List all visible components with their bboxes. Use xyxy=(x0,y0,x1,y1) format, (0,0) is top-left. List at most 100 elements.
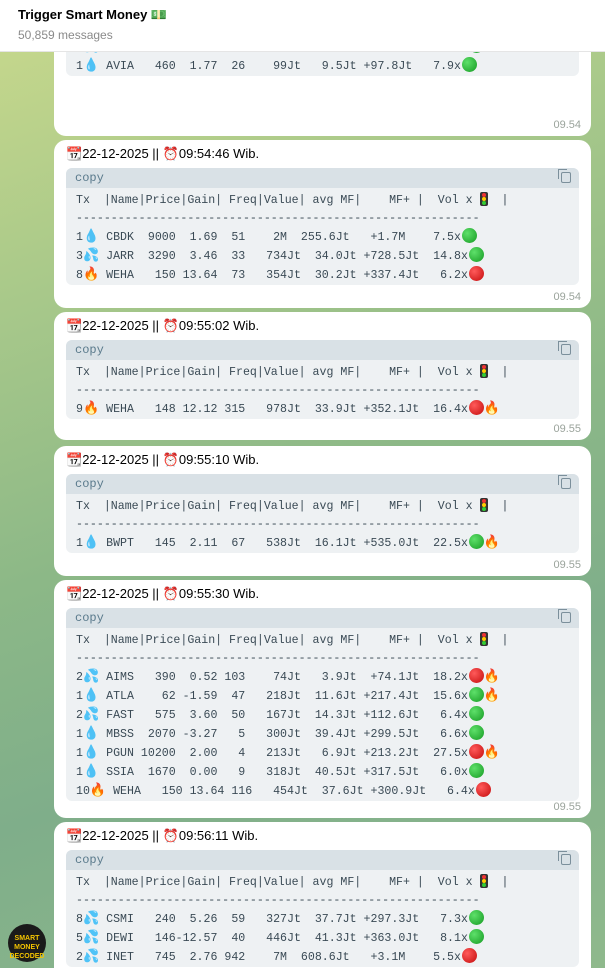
sweat-drops-icon: 💦 xyxy=(82,707,100,722)
fire-icon: 🔥 xyxy=(483,401,501,416)
copy-label[interactable]: copy xyxy=(75,477,104,491)
red-circle-icon xyxy=(468,668,484,683)
copy-icon[interactable] xyxy=(558,341,571,355)
copy-icon[interactable] xyxy=(558,609,571,623)
green-circle-icon xyxy=(468,763,484,778)
green-circle-icon xyxy=(468,687,484,702)
chat-title: Trigger Smart Money 💵 xyxy=(18,7,168,22)
sweat-drops-icon: 💦 xyxy=(82,930,100,945)
separator: || xyxy=(148,146,163,161)
copy-label[interactable]: copy xyxy=(75,171,104,185)
message-bubble[interactable]: 📆22-12-2025 || ⏰09:55:02 Wib. copy Tx |Nam… xyxy=(54,312,591,440)
code-content: Tx |Name|Price|Gain| Freq|Value| avg MF|… xyxy=(76,192,509,282)
table-row: 3💦 JARR 3290 3.46 33 734Jt 34.0Jt +728.5… xyxy=(76,247,484,263)
table-row: 8💦 CSMI 240 5.26 59 327Jt 37.7Jt +297.3J… xyxy=(76,910,484,926)
code-block[interactable]: copy Tx |Name|Price|Gain| Freq|Value| avg… xyxy=(66,340,579,419)
separator: || xyxy=(148,318,163,333)
chat-header[interactable]: Trigger Smart Money 💵 50,859 messages xyxy=(0,0,605,52)
message-time: 09.54 xyxy=(553,291,581,303)
code-block[interactable]: copy Tx |Name|Price|Gain| Freq|Value| avg… xyxy=(66,608,579,801)
green-circle-icon xyxy=(468,929,484,944)
table-row: 1💧 SSIA 1670 0.00 9 318Jt 40.5Jt +317.5J… xyxy=(76,763,484,779)
message-feed[interactable]: ----------------------------------------… xyxy=(0,0,605,968)
message-header: 📆22-12-2025 || ⏰09:54:46 Wib. xyxy=(66,146,259,162)
message-header: 📆22-12-2025 || ⏰09:55:30 Wib. xyxy=(66,586,259,602)
code-header: copy xyxy=(66,850,579,870)
copy-icon[interactable] xyxy=(558,475,571,489)
fire-icon: 🔥 xyxy=(483,688,501,703)
fire-icon: 🔥 xyxy=(89,783,107,798)
droplet-icon: 💧 xyxy=(82,764,100,779)
copy-label[interactable]: copy xyxy=(75,853,104,867)
separator: || xyxy=(148,452,163,467)
fire-icon: 🔥 xyxy=(483,669,501,684)
traffic-light-icon xyxy=(479,498,488,512)
copy-icon[interactable] xyxy=(558,851,571,865)
message-date: 22-12-2025 xyxy=(82,146,149,161)
table-row: 1💧 PGUN 10200 2.00 4 213Jt 6.9Jt +213.2J… xyxy=(76,744,501,760)
droplet-icon: 💧 xyxy=(82,535,100,550)
calendar-icon: 📆 xyxy=(66,586,83,601)
droplet-icon: 💧 xyxy=(82,745,100,760)
code-block[interactable]: copy Tx |Name|Price|Gain| Freq|Value| avg… xyxy=(66,474,579,553)
droplet-icon: 💧 xyxy=(82,58,100,73)
green-circle-icon xyxy=(468,725,484,740)
green-circle-icon xyxy=(461,228,477,243)
red-circle-icon xyxy=(468,744,484,759)
red-circle-icon xyxy=(468,266,484,281)
copy-icon[interactable] xyxy=(558,169,571,183)
separator: || xyxy=(148,586,163,601)
message-date: 22-12-2025 xyxy=(82,318,149,333)
green-circle-icon xyxy=(468,247,484,262)
calendar-icon: 📆 xyxy=(66,146,83,161)
red-circle-icon xyxy=(461,948,477,963)
code-block[interactable]: copy Tx |Name|Price|Gain| Freq|Value| avg… xyxy=(66,850,579,967)
alarm-clock-icon: ⏰ xyxy=(162,452,179,467)
message-clock: 09:56:11 Wib. xyxy=(178,828,259,843)
message-bubble[interactable]: 📆22-12-2025 || ⏰09:56:11 Wib. copy Tx |Nam… xyxy=(54,822,591,968)
message-bubble[interactable]: 📆22-12-2025 || ⏰09:55:30 Wib. copy Tx |Nam… xyxy=(54,580,591,818)
droplet-icon: 💧 xyxy=(82,726,100,741)
code-content: Tx |Name|Price|Gain| Freq|Value| avg MF|… xyxy=(76,632,509,798)
code-block[interactable]: copy Tx |Name|Price|Gain| Freq|Value| avg… xyxy=(66,168,579,285)
traffic-light-icon xyxy=(479,632,488,646)
message-header: 📆22-12-2025 || ⏰09:56:11 Wib. xyxy=(66,828,258,844)
green-circle-icon xyxy=(461,57,477,72)
red-circle-icon xyxy=(475,782,491,797)
message-bubble[interactable]: ----------------------------------------… xyxy=(54,20,591,136)
alarm-clock-icon: ⏰ xyxy=(162,318,179,333)
message-time: 09.55 xyxy=(553,559,581,571)
separator: || xyxy=(148,828,163,843)
table-row: 9🔥 WEHA 148 12.12 315 978Jt 33.9Jt +352.… xyxy=(76,400,501,416)
code-header: copy xyxy=(66,474,579,494)
copy-label[interactable]: copy xyxy=(75,343,104,357)
message-date: 22-12-2025 xyxy=(82,452,149,467)
calendar-icon: 📆 xyxy=(66,828,83,843)
alarm-clock-icon: ⏰ xyxy=(162,828,179,843)
code-content: Tx |Name|Price|Gain| Freq|Value| avg MF|… xyxy=(76,364,509,416)
table-row: 1💧 MBSS 2070 -3.27 5 300Jt 39.4Jt +299.5… xyxy=(76,725,484,741)
channel-avatar[interactable]: SMART MONEY DECODED xyxy=(8,924,46,962)
table-row: 5💦 DEWI 146-12.57 40 446Jt 41.3Jt +363.0… xyxy=(76,929,484,945)
message-time: 09.54 xyxy=(553,119,581,131)
message-clock: 09:55:02 Wib. xyxy=(178,318,260,333)
table-row: 1💧 AVIA 460 1.77 26 99Jt 9.5Jt +97.8Jt 7… xyxy=(76,57,477,73)
green-circle-icon xyxy=(468,910,484,925)
calendar-icon: 📆 xyxy=(66,452,83,467)
table-row: 2💦 AIMS 390 0.52 103 74Jt 3.9Jt +74.1Jt … xyxy=(76,668,501,684)
calendar-icon: 📆 xyxy=(66,318,83,333)
alarm-clock-icon: ⏰ xyxy=(162,586,179,601)
code-header: copy xyxy=(66,608,579,628)
message-count: 50,859 messages xyxy=(18,28,113,42)
message-clock: 09:54:46 Wib. xyxy=(178,146,260,161)
fire-icon: 🔥 xyxy=(82,267,100,282)
message-bubble[interactable]: 📆22-12-2025 || ⏰09:55:10 Wib. copy Tx |Nam… xyxy=(54,446,591,576)
message-clock: 09:55:10 Wib. xyxy=(178,452,260,467)
red-circle-icon xyxy=(468,400,484,415)
message-date: 22-12-2025 xyxy=(82,828,149,843)
table-row: 10🔥 WEHA 150 13.64 116 454Jt 37.6Jt +300… xyxy=(76,782,491,798)
message-bubble[interactable]: 📆22-12-2025 || ⏰09:54:46 Wib. copy Tx |Nam… xyxy=(54,140,591,308)
fire-icon: 🔥 xyxy=(483,745,501,760)
copy-label[interactable]: copy xyxy=(75,611,104,625)
fire-icon: 🔥 xyxy=(483,535,501,550)
